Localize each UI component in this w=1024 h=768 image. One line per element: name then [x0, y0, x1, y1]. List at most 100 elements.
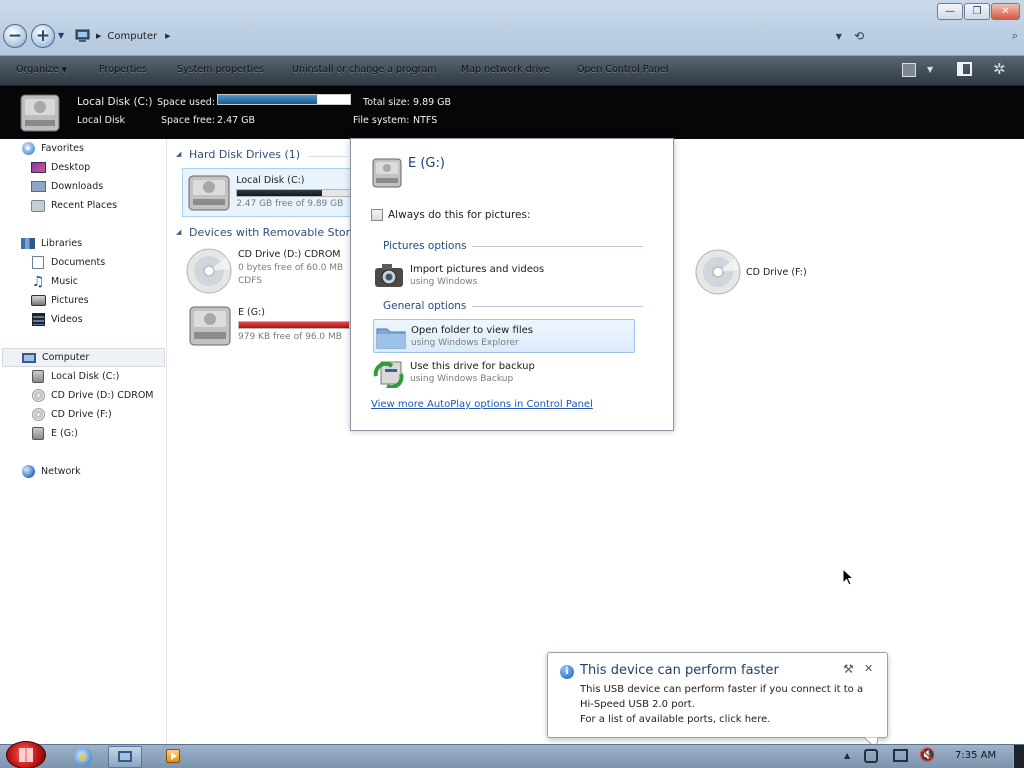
show-hidden-icons-chevron-icon[interactable]: ▲ [844, 751, 850, 760]
group-header-hard-disks[interactable]: Hard Disk Drives (1) [189, 148, 300, 161]
nav-computer[interactable]: Computer [2, 348, 165, 367]
open-control-panel-button[interactable]: Open Control Panel [577, 64, 668, 75]
drive-e-usage-fill [239, 322, 349, 328]
checkbox-box-icon[interactable] [371, 209, 383, 221]
nav-videos[interactable]: Videos [0, 310, 166, 329]
volume-muted-icon[interactable]: 🔇 [919, 748, 935, 763]
breadcrumb-chevron-icon[interactable]: ▶ [165, 32, 170, 40]
back-button[interactable]: − [3, 24, 27, 48]
backup-option[interactable]: Use this drive for backup using Windows … [373, 355, 635, 389]
nav-music-label: Music [51, 276, 79, 287]
pictures-options-header: Pictures options [383, 240, 467, 252]
open-folder-option[interactable]: Open folder to view files using Windows … [373, 319, 635, 353]
nav-pictures[interactable]: Pictures [0, 291, 166, 310]
notification-line-3[interactable]: For a list of available ports, click her… [580, 714, 770, 725]
drive-c-usage-bar [236, 189, 351, 197]
drive-d-name: CD Drive (D:) CDROM [238, 249, 341, 260]
show-desktop-button[interactable] [1013, 745, 1024, 768]
help-icon[interactable]: ✲ [993, 60, 1006, 78]
uninstall-program-button[interactable]: Uninstall or change a program [292, 64, 437, 75]
downloads-icon [30, 180, 46, 194]
group-header-removable[interactable]: Devices with Removable Storage [189, 226, 350, 239]
usb-device-icon[interactable] [864, 749, 878, 763]
organize-chevron-icon: ▼ [61, 66, 67, 74]
nav-recent-places[interactable]: Recent Places [0, 196, 166, 215]
wrench-icon[interactable]: ⚒ [843, 662, 854, 676]
cd-drive-icon [695, 249, 741, 295]
address-dropdown-icon[interactable]: ▼ [836, 32, 842, 41]
organize-button[interactable]: Organize ▼ [16, 64, 67, 75]
drive-tile-e[interactable]: E (G:) 979 KB free of 96.0 MB [186, 303, 350, 353]
close-icon: ✕ [1001, 6, 1010, 17]
more-autoplay-options-link[interactable]: View more AutoPlay options in Control Pa… [371, 399, 593, 410]
drive-tile-d[interactable]: CD Drive (D:) CDROM 0 bytes free of 60.0… [186, 247, 350, 297]
general-options-header: General options [383, 300, 467, 312]
nav-network[interactable]: Network [0, 462, 166, 481]
nav-libraries[interactable]: Libraries [0, 234, 166, 253]
file-system-label: File system: [353, 115, 410, 126]
refresh-icon[interactable]: ⟲ [854, 29, 864, 43]
views-icon[interactable] [902, 63, 916, 77]
group-collapse-icon[interactable]: ◢ [176, 228, 181, 236]
start-button[interactable] [6, 741, 46, 768]
nav-desktop[interactable]: Desktop [0, 158, 166, 177]
minimize-button[interactable]: — [937, 3, 963, 20]
nav-downloads[interactable]: Downloads [0, 177, 166, 196]
chevron-down-icon: ▼ [58, 31, 65, 40]
network-globe-icon [20, 465, 36, 479]
taskbar: e ▲ 🔇 7:35 AM [0, 741, 1024, 768]
nav-local-disk[interactable]: Local Disk (C:) [0, 367, 166, 386]
usb-notification-balloon[interactable]: i This device can perform faster ⚒ ✕ Thi… [547, 652, 888, 749]
views-chevron-icon[interactable]: ▼ [927, 65, 933, 74]
notification-line-1: This USB device can perform faster if yo… [580, 684, 864, 695]
address-bar[interactable]: ▶ Computer ▶ ▼ ⟲ [74, 26, 864, 46]
breadcrumb-computer[interactable]: Computer [107, 31, 157, 42]
nav-documents[interactable]: Documents [0, 253, 166, 272]
preview-pane-icon[interactable] [957, 62, 972, 76]
close-button[interactable]: ✕ [991, 3, 1020, 20]
map-network-drive-button[interactable]: Map network drive [461, 64, 550, 75]
nav-cd-drive-f[interactable]: CD Drive (F:) [0, 405, 166, 424]
nav-favorites[interactable]: ★ Favorites [0, 139, 166, 158]
properties-button[interactable]: Properties [99, 64, 147, 75]
notification-title: This device can perform faster [580, 663, 779, 678]
drive-e-name: E (G:) [238, 307, 265, 318]
media-player-icon[interactable] [166, 749, 180, 763]
maximize-button[interactable]: ❐ [964, 3, 990, 20]
nav-downloads-label: Downloads [51, 181, 104, 192]
nav-libraries-label: Libraries [41, 238, 83, 249]
internet-explorer-icon[interactable]: e [74, 748, 92, 766]
nav-music[interactable]: ♫ Music [0, 272, 166, 291]
recent-places-icon [30, 199, 46, 213]
search-input[interactable]: Search Comp... ⌕ [922, 26, 1020, 46]
notification-close-icon[interactable]: ✕ [864, 662, 873, 675]
drive-tile-c[interactable]: Local Disk (C:) 2.47 GB free of 9.89 GB [182, 168, 352, 217]
drive-tile-f[interactable]: CD Drive (F:) [694, 247, 844, 297]
forward-button[interactable]: + [31, 24, 55, 48]
import-pictures-option[interactable]: Import pictures and videos using Windows [373, 258, 635, 292]
group-collapse-icon[interactable]: ◢ [176, 150, 181, 158]
nav-videos-label: Videos [51, 314, 83, 325]
taskbar-explorer-window[interactable] [108, 746, 142, 768]
computer-icon [118, 751, 132, 762]
forward-arrow-icon: + [35, 26, 51, 46]
network-status-icon[interactable] [893, 749, 908, 762]
recent-pages-dropdown[interactable]: ▼ [58, 31, 64, 40]
nav-cd-drive-d[interactable]: CD Drive (D:) CDROM [0, 386, 166, 405]
open-folder-title: Open folder to view files [411, 324, 533, 336]
search-icon[interactable]: ⌕ [1012, 29, 1018, 43]
cd-drive-icon [30, 408, 46, 422]
clock[interactable]: 7:35 AM [955, 750, 996, 761]
system-properties-button[interactable]: System properties [177, 64, 264, 75]
drive-d-free: 0 bytes free of 60.0 MB [238, 263, 344, 273]
always-do-this-checkbox[interactable]: Always do this for pictures: [371, 209, 531, 221]
nav-drive-e[interactable]: E (G:) [0, 424, 166, 443]
space-used-bar [217, 94, 351, 105]
camera-icon [375, 264, 403, 287]
nav-local-disk-label: Local Disk (C:) [51, 371, 120, 382]
navigation-pane: ★ Favorites Desktop Downloads Recent Pla… [0, 139, 167, 744]
documents-icon [30, 256, 46, 270]
nav-documents-label: Documents [51, 257, 106, 268]
star-icon: ★ [20, 142, 36, 156]
nav-computer-label: Computer [42, 352, 90, 363]
